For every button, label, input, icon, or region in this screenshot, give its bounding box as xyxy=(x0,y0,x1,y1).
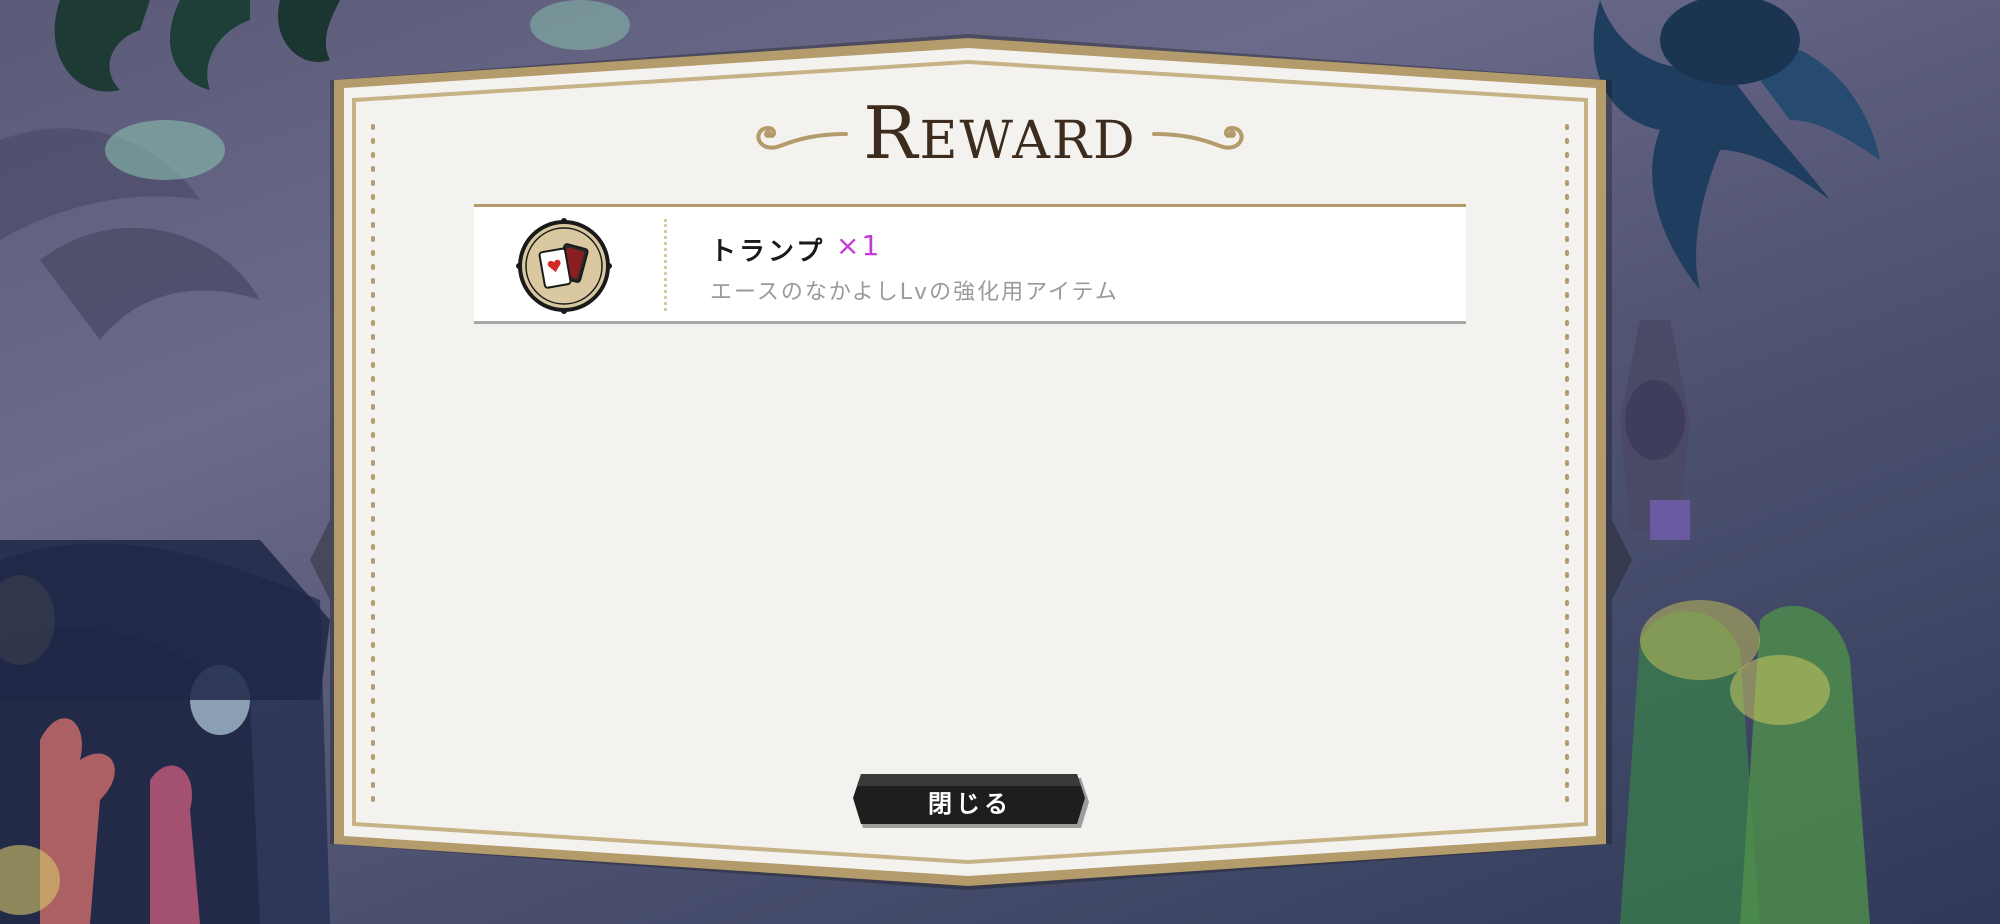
row-divider xyxy=(664,219,667,311)
game-screen: REWARD トランプ ×1 エースのなかよしLvの強化用アイテム 閉じる xyxy=(0,0,2000,924)
item-description: エースのなかよしLvの強化用アイテム xyxy=(710,280,1119,305)
right-flourish-icon xyxy=(1152,125,1244,150)
close-button-label: 閉じる xyxy=(928,790,1012,818)
close-button[interactable]: 閉じる xyxy=(851,772,1089,828)
dialog-title: REWARD xyxy=(750,92,1250,182)
item-quantity: ×1 xyxy=(836,229,882,262)
item-name: トランプ xyxy=(710,237,826,267)
playing-cards-icon xyxy=(516,218,612,314)
reward-item-row: トランプ ×1 エースのなかよしLvの強化用アイテム xyxy=(474,204,1466,324)
